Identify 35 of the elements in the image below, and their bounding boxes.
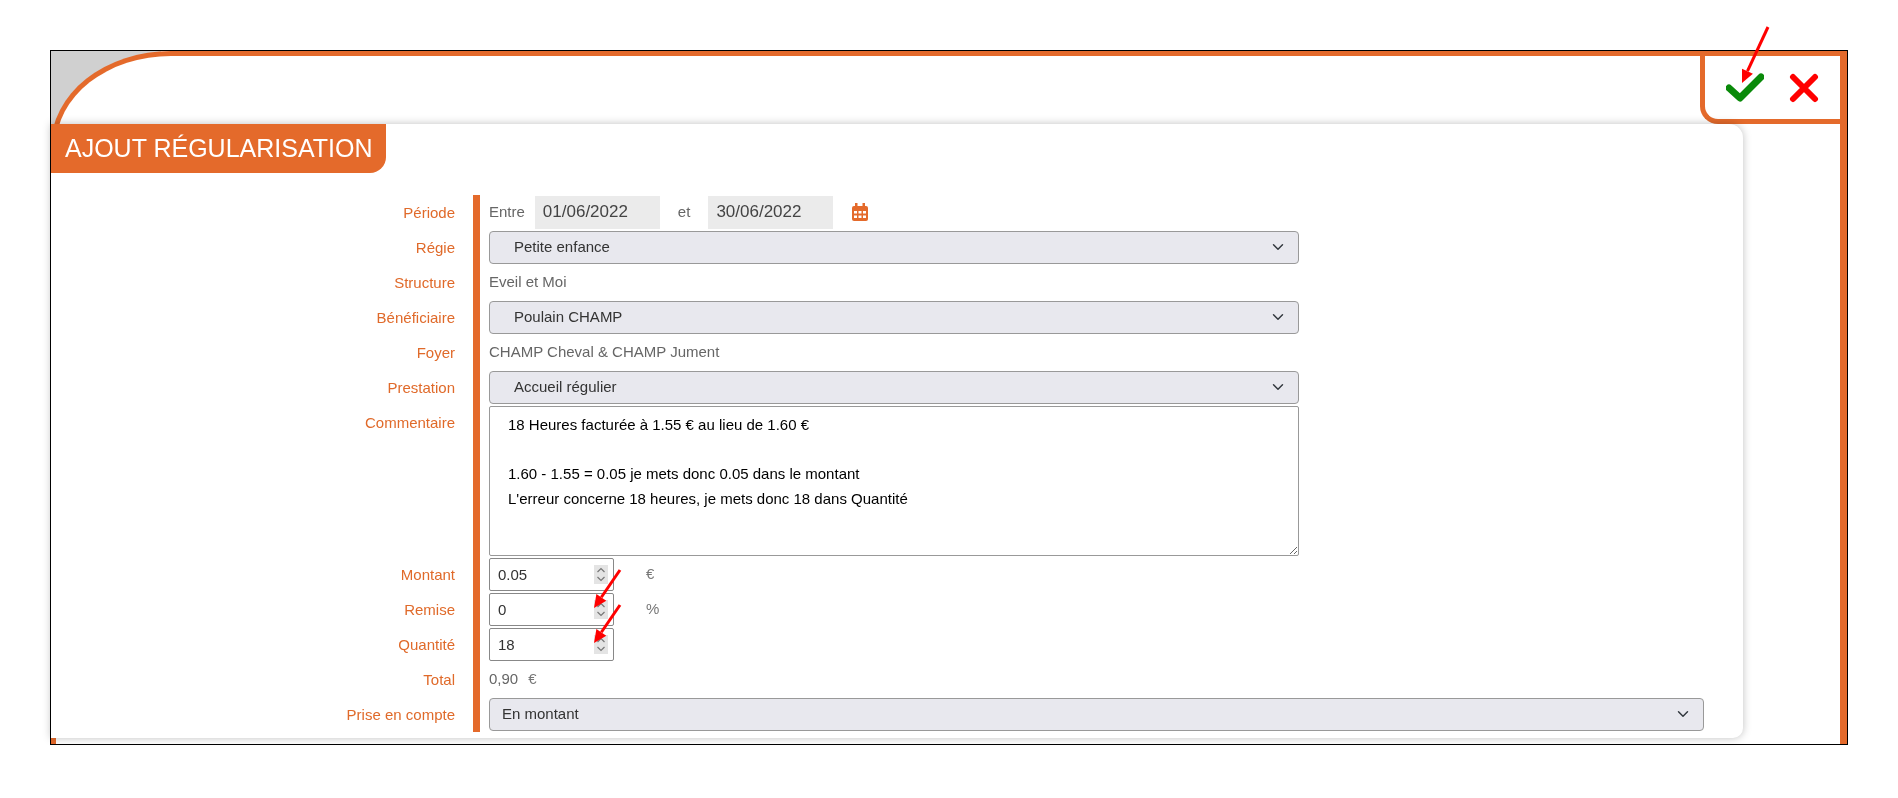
period-label: Entre — [489, 201, 525, 222]
period-label: et — [677, 201, 691, 222]
field-label: Montant — [399, 564, 456, 585]
dropdown[interactable]: Petite enfance — [489, 230, 1299, 264]
number-field[interactable]: 0.05 — [489, 557, 614, 591]
dropdown[interactable]: Poulain CHAMP — [489, 300, 1299, 334]
field-label: Remise — [403, 599, 456, 620]
field-label: Période — [402, 202, 456, 223]
form-title: AJOUT RÉGULARISATION — [51, 124, 387, 173]
dropdown[interactable]: Accueil régulier — [489, 370, 1299, 404]
calendar-icon[interactable] — [851, 202, 870, 222]
field-value: CHAMP Cheval & CHAMP Jument — [489, 341, 720, 362]
close-icon — [1789, 72, 1820, 103]
date-field[interactable]: 01/06/2022 — [534, 195, 660, 229]
unit-label: € — [528, 668, 537, 689]
unit-label: € — [646, 563, 655, 584]
field-label: Quantité — [397, 634, 456, 655]
check-icon — [1725, 72, 1764, 103]
field-label: Foyer — [415, 342, 456, 363]
confirm-button[interactable] — [1723, 70, 1766, 105]
field-label: Prestation — [386, 377, 456, 398]
total-value: 0,90 — [489, 668, 519, 689]
unit-label: % — [646, 598, 660, 619]
field-label: Bénéficiaire — [375, 307, 456, 328]
dropdown[interactable]: En montant — [489, 697, 1704, 731]
field-label: Total — [422, 669, 456, 690]
field-label: Structure — [393, 272, 456, 293]
number-field[interactable]: 18 — [489, 627, 614, 661]
field-label: Prise en compte — [345, 704, 456, 725]
field-label: Commentaire — [363, 412, 456, 433]
date-field[interactable]: 30/06/2022 — [708, 195, 834, 229]
field-value: Eveil et Moi — [489, 271, 567, 292]
comment-field[interactable]: 18 Heures facturée à 1.55 € au lieu de 1.60 € 1.60 - 1.55 = 0.05 je mets donc 0.05 dans le montant L'erreur concerne 18 heures, je mets donc 18 dans Quantité — [489, 405, 1299, 556]
field-label: Régie — [414, 237, 456, 258]
number-field[interactable]: 0 — [489, 592, 614, 626]
